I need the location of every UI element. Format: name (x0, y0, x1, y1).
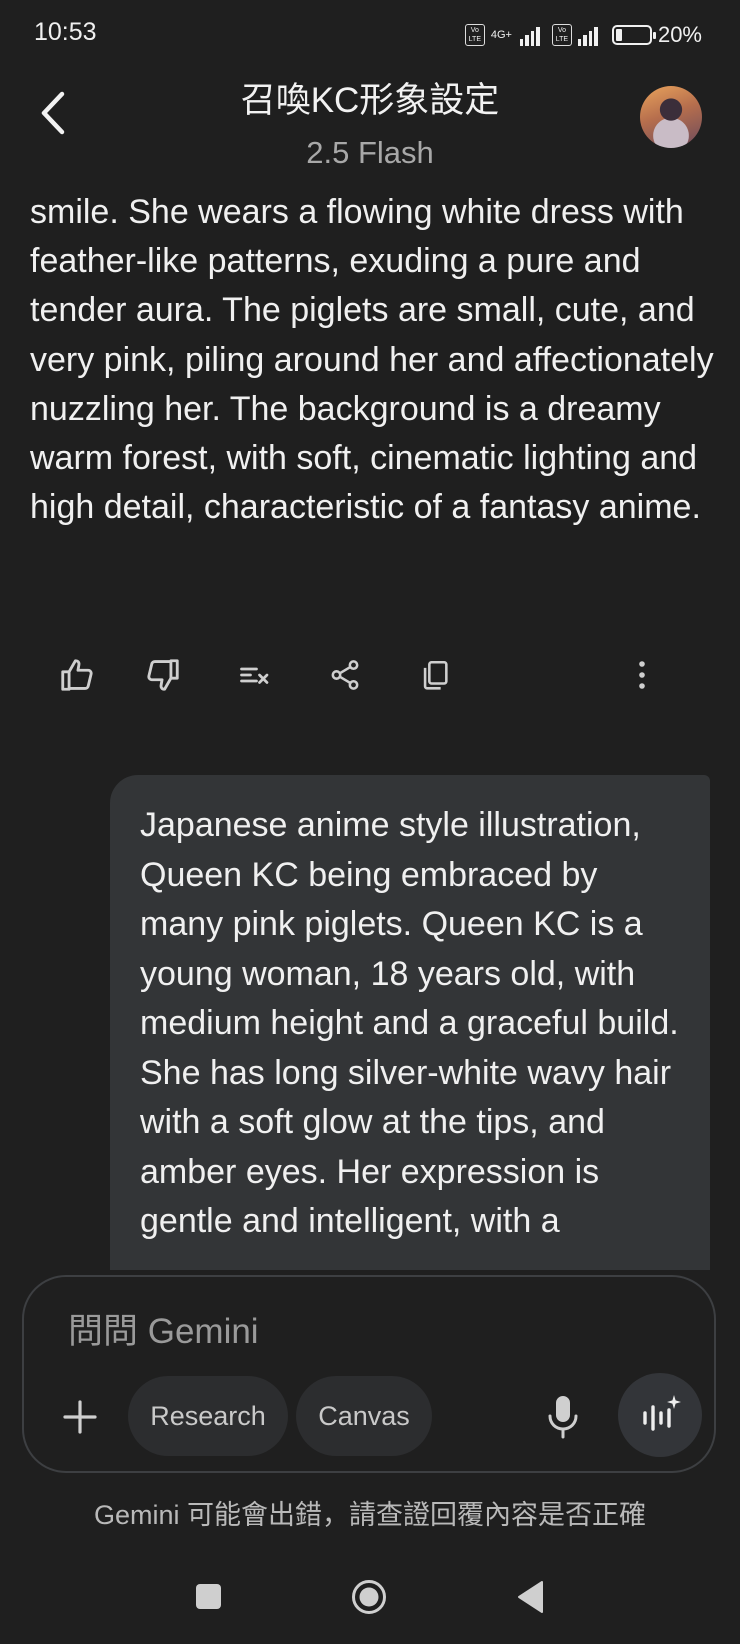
modify-response-icon (240, 667, 269, 684)
recent-apps-button[interactable] (196, 1584, 221, 1609)
copy-button[interactable] (410, 650, 460, 700)
disclaimer-text: Gemini 可能會出錯，請查證回覆內容是否正確 (93, 1500, 647, 1530)
network-type: 4G+ (490, 29, 512, 41)
signal-icon (519, 24, 540, 46)
user-message-text: Japanese anime style illustration, Queen… (140, 806, 679, 1240)
copy-icon (423, 660, 448, 690)
user-message-bubble[interactable]: Japanese anime style illustration, Queen… (110, 775, 710, 1270)
more-options-icon (639, 661, 645, 689)
model-label[interactable]: 2.5 Flash (0, 135, 740, 171)
conversation-title[interactable]: 召喚KC形象設定 (0, 72, 740, 123)
plus-icon (63, 1400, 97, 1434)
canvas-chip[interactable]: Canvas (296, 1376, 432, 1456)
model-response-text: smile. She wears a flowing white dress w… (30, 193, 714, 527)
battery-percent: 20% (657, 22, 702, 47)
avatar[interactable] (640, 86, 702, 148)
nav-back-triangle-icon (518, 1581, 543, 1613)
research-chip[interactable]: Research (128, 1376, 288, 1456)
thumbs-up-button[interactable] (52, 650, 102, 700)
signal-icon-2 (577, 24, 598, 46)
home-circle-icon (352, 1580, 386, 1614)
prompt-input[interactable]: 問問 Gemini (68, 1303, 259, 1354)
add-button[interactable] (55, 1392, 105, 1442)
battery-fill (615, 29, 622, 41)
share-button[interactable] (320, 650, 370, 700)
volte-icon: Vo LTE (464, 24, 485, 46)
more-options-button[interactable] (617, 650, 667, 700)
battery-icon (611, 25, 656, 45)
thumbs-down-icon (147, 659, 179, 691)
status-time: 10:53 (34, 18, 97, 46)
live-waveform-icon (643, 1395, 681, 1431)
live-mode-button[interactable] (618, 1373, 702, 1457)
volte-icon-2: Vo LTE (551, 24, 572, 46)
thumbs-up-icon (61, 659, 93, 691)
share-icon (331, 660, 359, 690)
microphone-button[interactable] (538, 1390, 588, 1446)
status-icons: Vo LTE 4G+ Vo LTE 20% (464, 20, 702, 50)
home-button[interactable] (351, 1579, 387, 1615)
response-actions (0, 650, 740, 700)
modify-response-button[interactable] (230, 650, 280, 700)
nav-back-button[interactable] (516, 1580, 544, 1614)
thumbs-down-button[interactable] (138, 650, 188, 700)
microphone-icon (548, 1396, 578, 1439)
